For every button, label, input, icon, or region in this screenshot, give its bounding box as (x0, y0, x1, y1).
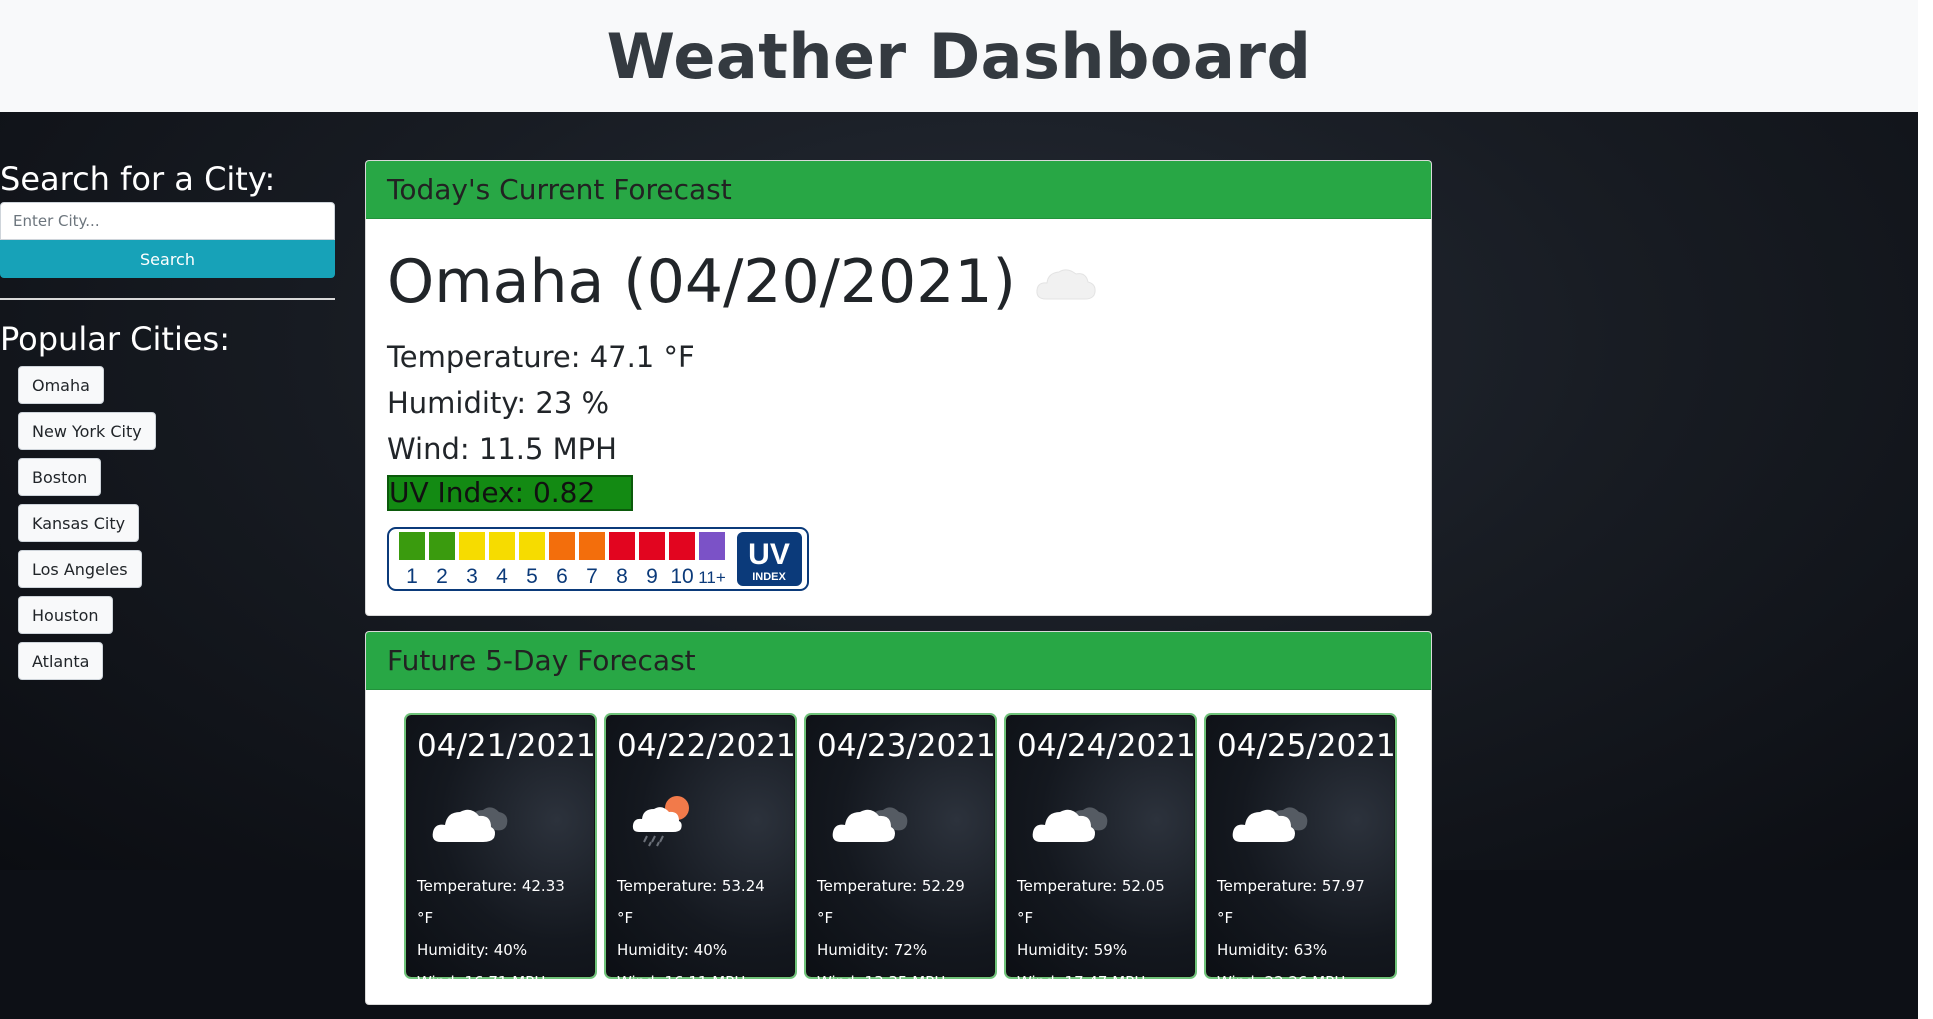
forecast-temperature: Temperature: 42.33 °F (417, 877, 565, 927)
uv-scale-label: 3 (466, 565, 478, 588)
forecast-wind: Wind: 13.35 MPH (817, 973, 946, 991)
uv-scale-block (549, 532, 575, 560)
forecast-humidity: Humidity: 63% (1217, 941, 1328, 959)
forecast-day-card: 04/24/2021 Temperature: 52.05 °F Humidit… (1006, 715, 1196, 991)
popular-cities-list: Omaha New York City Boston Kansas City L… (0, 366, 335, 680)
current-temperature: Temperature: 47.1 °F (387, 340, 695, 374)
cloud-icon (1034, 263, 1098, 307)
forecast-temperature: Temperature: 52.05 °F (1017, 877, 1165, 927)
uv-scale-block (609, 532, 635, 560)
uv-scale-label: 4 (496, 565, 508, 588)
uv-scale-label: 7 (586, 565, 598, 588)
forecast-day-card: 04/25/2021 Temperature: 57.97 °F Humidit… (1206, 715, 1396, 991)
uv-scale-label: 11+ (698, 568, 726, 587)
search-heading: Search for a City: (0, 160, 276, 198)
cloud-icon (831, 792, 984, 852)
city-button-boston[interactable]: Boston (18, 458, 102, 496)
forecast-humidity: Humidity: 40% (417, 941, 528, 959)
current-forecast-header: Today's Current Forecast (366, 161, 1431, 219)
city-button-houston[interactable]: Houston (18, 596, 113, 634)
uv-scale-block (459, 532, 485, 560)
uv-scale-block (579, 532, 605, 560)
forecast-wind: Wind: 16.71 MPH (417, 973, 546, 991)
city-button-kansas-city[interactable]: Kansas City (18, 504, 140, 542)
city-button-omaha[interactable]: Omaha (18, 366, 104, 404)
current-wind: Wind: 11.5 MPH (387, 432, 617, 466)
forecast-temperature: Temperature: 57.97 °F (1217, 877, 1365, 927)
forecast-day-card: 04/21/2021 Temperature: 42.33 °F Humidit… (406, 715, 596, 991)
future-forecast-card: Future 5-Day Forecast 04/21/2021 Tempera… (365, 631, 1432, 1005)
page-title: Weather Dashboard (606, 19, 1312, 93)
cloud-icon (1231, 792, 1384, 852)
uv-scale-block (429, 532, 455, 560)
forecast-wind: Wind: 17.47 MPH (1017, 973, 1146, 991)
search-button[interactable]: Search (0, 240, 335, 278)
forecast-humidity: Humidity: 59% (1017, 941, 1128, 959)
uv-scale-label: 2 (436, 565, 448, 588)
forecast-date: 04/23/2021 (817, 728, 996, 764)
uv-logo-text: UV (748, 538, 790, 571)
forecast-row: 04/21/2021 Temperature: 42.33 °F Humidit… (366, 690, 1431, 991)
uv-scale-label: 10 (670, 565, 693, 588)
uv-scale-block (399, 532, 425, 560)
forecast-wind: Wind: 16.11 MPH (617, 973, 746, 991)
uv-scale-label: 9 (646, 565, 658, 588)
forecast-temperature: Temperature: 53.24 °F (617, 877, 765, 927)
uv-index-scale-image: 1 2 3 4 5 6 7 8 9 10 11+ UV INDEX (387, 527, 1410, 595)
uv-scale-label: 8 (616, 565, 628, 588)
city-search-input[interactable] (0, 202, 335, 240)
forecast-temperature: Temperature: 52.29 °F (817, 877, 965, 927)
forecast-date: 04/25/2021 (1217, 728, 1396, 764)
forecast-day-card: 04/23/2021 Temperature: 52.29 °F Humidit… (806, 715, 996, 991)
forecast-humidity: Humidity: 40% (617, 941, 728, 959)
uv-index-badge: UV Index: 0.82 (387, 475, 634, 511)
forecast-day-card: 04/22/2021 Temperature: 53.24 °F Humidit… (606, 715, 796, 991)
rain-sun-icon (631, 792, 784, 852)
uv-scale-label: 6 (556, 565, 568, 588)
uv-logo-subtext: INDEX (752, 571, 786, 583)
forecast-date: 04/21/2021 (417, 728, 596, 764)
uv-scale-block (669, 532, 695, 560)
cloud-icon (1031, 792, 1184, 852)
uv-scale-block (639, 532, 665, 560)
current-humidity: Humidity: 23 % (387, 386, 610, 420)
uv-scale-label: 1 (406, 565, 418, 588)
uv-scale-block (699, 532, 725, 560)
forecast-date: 04/24/2021 (1017, 728, 1196, 764)
forecast-wind: Wind: 22.26 MPH (1217, 973, 1346, 991)
page-header: Weather Dashboard (0, 0, 1918, 112)
sidebar-divider (0, 298, 335, 300)
scrollbar-gutter (1918, 0, 1933, 1019)
forecast-date: 04/22/2021 (617, 728, 796, 764)
city-button-atlanta[interactable]: Atlanta (18, 642, 104, 680)
uv-scale-block (519, 532, 545, 560)
popular-cities-heading: Popular Cities: (0, 320, 230, 358)
uv-scale-label: 5 (526, 565, 538, 588)
sidebar: Search for a City: Search Popular Cities… (0, 160, 335, 688)
current-forecast-card: Today's Current Forecast Omaha (04/20/20… (365, 160, 1432, 616)
city-button-new-york-city[interactable]: New York City (18, 412, 156, 450)
city-button-los-angeles[interactable]: Los Angeles (18, 550, 142, 588)
forecast-humidity: Humidity: 72% (817, 941, 928, 959)
future-forecast-header: Future 5-Day Forecast (366, 632, 1431, 690)
uv-scale-block (489, 532, 515, 560)
cloud-icon (431, 792, 584, 852)
current-city-title: Omaha (04/20/2021) (387, 247, 1016, 317)
